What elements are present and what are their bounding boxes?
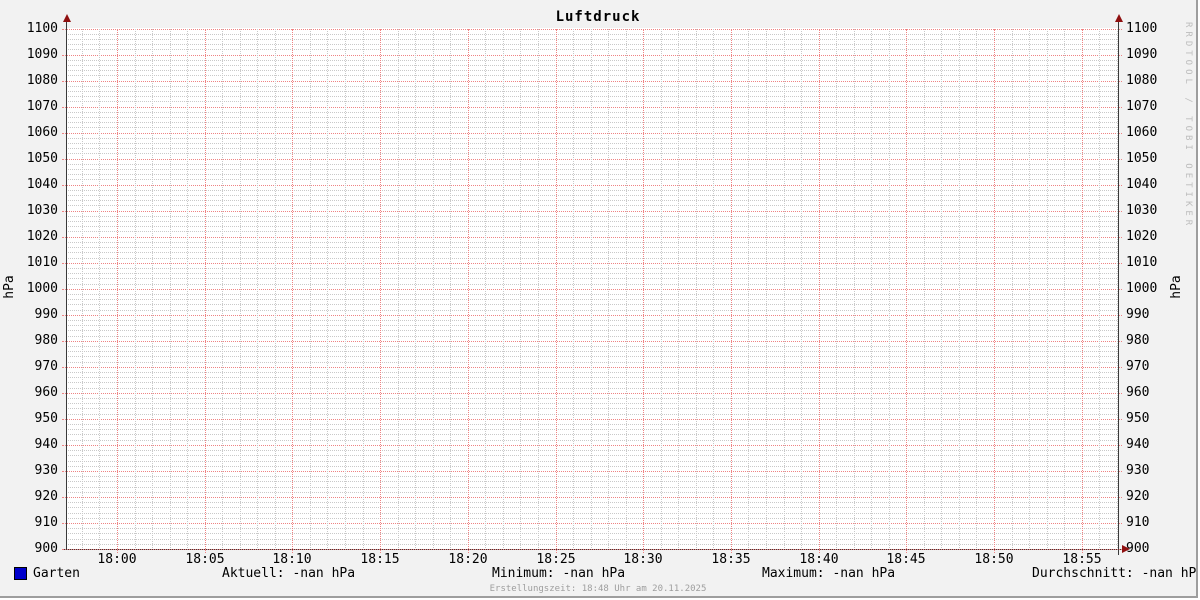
y-tick-label-left: 990 — [34, 307, 58, 322]
x-tick-label: 18:55 — [1062, 552, 1102, 567]
y-tick-label-left: 910 — [34, 515, 58, 530]
x-tick-label: 18:50 — [974, 552, 1014, 567]
x-tick-label: 18:15 — [360, 552, 400, 567]
y-tick-label-right: 1050 — [1126, 151, 1158, 166]
y-tick-label-left: 900 — [34, 541, 58, 556]
y-tick-label-right: 900 — [1126, 541, 1150, 556]
y-tick-label-right: 930 — [1126, 463, 1150, 478]
y-tick-label-right: 950 — [1126, 411, 1150, 426]
x-tick-label: 18:00 — [97, 552, 137, 567]
chart-title: Luftdruck — [555, 9, 641, 25]
x-tick-label: 18:45 — [886, 552, 926, 567]
y-tick-label-right: 990 — [1126, 307, 1150, 322]
y-tick-label-right: 1000 — [1126, 281, 1158, 296]
y-tick-label-right: 920 — [1126, 489, 1150, 504]
y-tick-label-left: 920 — [34, 489, 58, 504]
x-tick-label: 18:20 — [448, 552, 488, 567]
y-tick-label-left: 1050 — [26, 151, 58, 166]
x-tick-label: 18:25 — [536, 552, 576, 567]
y-tick-label-right: 1020 — [1126, 229, 1158, 244]
x-tick-label: 18:30 — [623, 552, 663, 567]
rrdtool-graph: Luftdruck hPa hPa 900 900 910 910 920 920 930 9… — [0, 0, 1198, 598]
legend-swatch-garten — [14, 567, 27, 580]
y-tick-label-right: 1080 — [1126, 73, 1158, 88]
stat-maximum: Maximum: -nan hPa — [762, 566, 896, 581]
y-tick-label-left: 1100 — [26, 21, 58, 36]
y-tick-label-right: 1010 — [1126, 255, 1158, 270]
y-tick-label-right: 1030 — [1126, 203, 1158, 218]
y-tick-label-left: 1010 — [26, 255, 58, 270]
y-tick-label-left: 980 — [34, 333, 58, 348]
y-tick-label-left: 960 — [34, 385, 58, 400]
creation-time: Erstellungszeit: 18:48 Uhr am 20.11.2025 — [489, 584, 707, 594]
y-tick-label-left: 1070 — [26, 99, 58, 114]
x-tick-label: 18:35 — [711, 552, 751, 567]
legend-row: Garten Aktuell: -nan hPa Minimum: -nan h… — [0, 566, 1196, 582]
y-tick-label-left: 930 — [34, 463, 58, 478]
y-tick-label-left: 1000 — [26, 281, 58, 296]
y-tick-label-left: 970 — [34, 359, 58, 374]
y-tick-label-left: 950 — [34, 411, 58, 426]
y-axis-line-right — [1118, 21, 1119, 555]
y-tick-label-left: 940 — [34, 437, 58, 452]
y-tick-label-right: 1090 — [1126, 47, 1158, 62]
stat-aktuell: Aktuell: -nan hPa — [222, 566, 356, 581]
y-tick-label-right: 970 — [1126, 359, 1150, 374]
watermark: RRDTOOL / TOBI OETIKER — [1183, 22, 1193, 230]
y-axis-line-left — [66, 21, 67, 549]
legend-series-label: Garten — [33, 566, 80, 581]
y-tick-label-right: 960 — [1126, 385, 1150, 400]
y-tick-label-right: 1100 — [1126, 21, 1158, 36]
y-tick-label-left: 1030 — [26, 203, 58, 218]
x-tick-label: 18:40 — [799, 552, 839, 567]
y-axis-arrow-left-icon — [63, 14, 71, 22]
y-tick-label-right: 1070 — [1126, 99, 1158, 114]
y-tick-label-right: 940 — [1126, 437, 1150, 452]
y-tick-label-right: 910 — [1126, 515, 1150, 530]
y-tick-label-left: 1080 — [26, 73, 58, 88]
y-axis-arrow-right-icon — [1115, 14, 1123, 22]
y-tick-label-left: 1040 — [26, 177, 58, 192]
x-tick-label: 18:10 — [272, 552, 312, 567]
y-tick-label-right: 1060 — [1126, 125, 1158, 140]
plot-area — [67, 28, 1118, 549]
x-axis-line — [63, 549, 1122, 550]
stat-durchschnitt: Durchschnitt: -nan hPA — [1032, 566, 1198, 581]
y-tick-label-left: 1090 — [26, 47, 58, 62]
y-tick-label-right: 1040 — [1126, 177, 1158, 192]
y-tick-label-right: 980 — [1126, 333, 1150, 348]
y-tick-label-left: 1020 — [26, 229, 58, 244]
stat-minimum: Minimum: -nan hPa — [492, 566, 626, 581]
x-tick-label: 18:05 — [185, 552, 225, 567]
y-tick-label-left: 1060 — [26, 125, 58, 140]
